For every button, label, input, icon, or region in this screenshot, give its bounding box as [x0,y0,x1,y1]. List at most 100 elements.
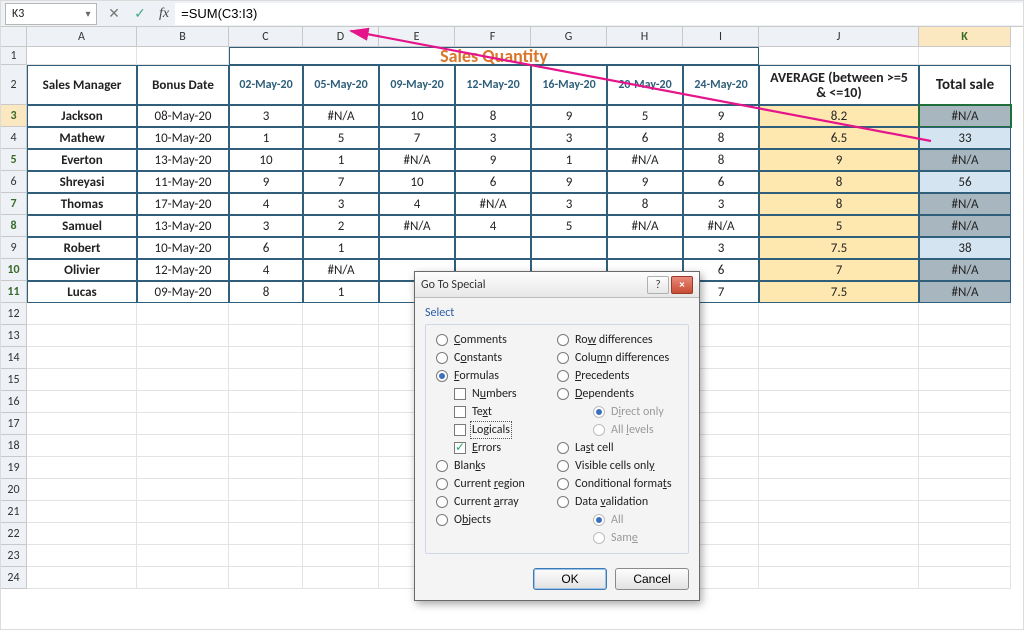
checkbox-option[interactable]: Errors [436,441,557,455]
cell[interactable]: 3 [303,193,379,215]
radio-option[interactable]: Row differences [557,333,678,347]
cell[interactable]: 8 [683,127,759,149]
cancel-formula-icon[interactable]: ✕ [101,5,127,22]
row-header-11[interactable]: 11 [1,281,27,303]
cell[interactable]: 9 [531,105,607,127]
cell[interactable]: 9 [229,171,303,193]
cell[interactable]: 8 [229,281,303,303]
cell[interactable]: 5 [303,127,379,149]
cell[interactable]: #N/A [919,149,1011,171]
cell[interactable]: 8 [759,193,919,215]
cell[interactable]: 9 [455,149,531,171]
radio-option[interactable]: Column differences [557,351,678,365]
cell[interactable]: 12-May-20 [137,259,229,281]
radio-option[interactable]: Current region [436,477,557,491]
cell[interactable]: Robert [27,237,137,259]
row-header-4[interactable]: 4 [1,127,27,149]
row-header-14[interactable]: 14 [1,347,27,369]
cell[interactable]: 13-May-20 [137,215,229,237]
cell[interactable] [379,237,455,259]
cell[interactable]: 56 [919,171,1011,193]
cell[interactable]: #N/A [607,215,683,237]
cell[interactable]: 1 [303,149,379,171]
cell[interactable]: #N/A [919,193,1011,215]
row-header-24[interactable]: 24 [1,567,27,589]
name-box-dropdown-icon[interactable]: ▾ [80,7,96,20]
cell[interactable]: Lucas [27,281,137,303]
cell[interactable]: 8.2 [759,105,919,127]
cell[interactable]: 08-May-20 [137,105,229,127]
cell[interactable]: 7.5 [759,281,919,303]
cell[interactable]: 7 [303,171,379,193]
radio-option[interactable]: Formulas [436,369,557,383]
row-header-3[interactable]: 3 [1,105,27,127]
radio-option[interactable]: Data validation [557,495,678,509]
cell[interactable]: 9 [759,149,919,171]
row-header-9[interactable]: 9 [1,237,27,259]
cell[interactable]: #N/A [607,149,683,171]
column-header-C[interactable]: C [229,27,303,47]
cell[interactable] [607,237,683,259]
select-all-corner[interactable] [1,27,27,47]
cell[interactable]: Mathew [27,127,137,149]
cell[interactable]: 09-May-20 [137,281,229,303]
cell[interactable]: 11-May-20 [137,171,229,193]
fx-icon[interactable]: fx [153,6,175,22]
cell[interactable]: 5 [531,215,607,237]
cell[interactable]: 7.5 [759,237,919,259]
cell[interactable]: 5 [607,105,683,127]
row-header-7[interactable]: 7 [1,193,27,215]
dialog-help-button[interactable]: ? [647,276,669,294]
cell[interactable]: #N/A [379,215,455,237]
cell[interactable]: 17-May-20 [137,193,229,215]
cell[interactable]: 10-May-20 [137,127,229,149]
cell[interactable]: 3 [531,127,607,149]
row-header-5[interactable]: 5 [1,149,27,171]
row-header-17[interactable]: 17 [1,413,27,435]
cell[interactable]: #N/A [919,281,1011,303]
cell[interactable]: 10 [229,149,303,171]
cell[interactable]: Thomas [27,193,137,215]
radio-option[interactable]: Blanks [436,459,557,473]
radio-option[interactable]: Conditional formats [557,477,678,491]
row-header-21[interactable]: 21 [1,501,27,523]
row-header-19[interactable]: 19 [1,457,27,479]
cell[interactable]: 9 [607,171,683,193]
column-header-E[interactable]: E [379,27,455,47]
cell[interactable]: 10 [379,171,455,193]
cell[interactable]: 6.5 [759,127,919,149]
cell[interactable]: Everton [27,149,137,171]
cell[interactable]: 33 [919,127,1011,149]
cell[interactable]: 1 [303,281,379,303]
row-header-6[interactable]: 6 [1,171,27,193]
radio-option[interactable]: Last cell [557,441,678,455]
radio-option[interactable]: Dependents [557,387,678,401]
cell[interactable]: 4 [379,193,455,215]
cell[interactable]: #N/A [303,105,379,127]
dialog-close-button[interactable]: × [671,276,693,294]
column-header-B[interactable]: B [137,27,229,47]
cell[interactable]: 3 [683,237,759,259]
cell[interactable]: 9 [683,105,759,127]
row-header-20[interactable]: 20 [1,479,27,501]
name-box[interactable]: K3 ▾ [5,3,97,25]
cell[interactable]: 8 [607,193,683,215]
cell[interactable]: 13-May-20 [137,149,229,171]
cancel-button[interactable]: Cancel [615,568,689,590]
cell[interactable]: #N/A [683,215,759,237]
cell[interactable]: 38 [919,237,1011,259]
ok-button[interactable]: OK [533,568,607,590]
cell[interactable]: 6 [229,237,303,259]
cell[interactable]: #N/A [919,105,1011,127]
cell[interactable]: 8 [683,149,759,171]
dialog-titlebar[interactable]: Go To Special ? × [415,272,699,298]
cell[interactable]: 6 [607,127,683,149]
row-header-22[interactable]: 22 [1,523,27,545]
radio-option[interactable]: Visible cells only [557,459,678,473]
column-header-F[interactable]: F [455,27,531,47]
cell[interactable]: 3 [683,193,759,215]
radio-option[interactable]: Precedents [557,369,678,383]
checkbox-option[interactable]: Logicals [436,423,557,437]
cell[interactable]: 7 [379,127,455,149]
column-header-H[interactable]: H [607,27,683,47]
